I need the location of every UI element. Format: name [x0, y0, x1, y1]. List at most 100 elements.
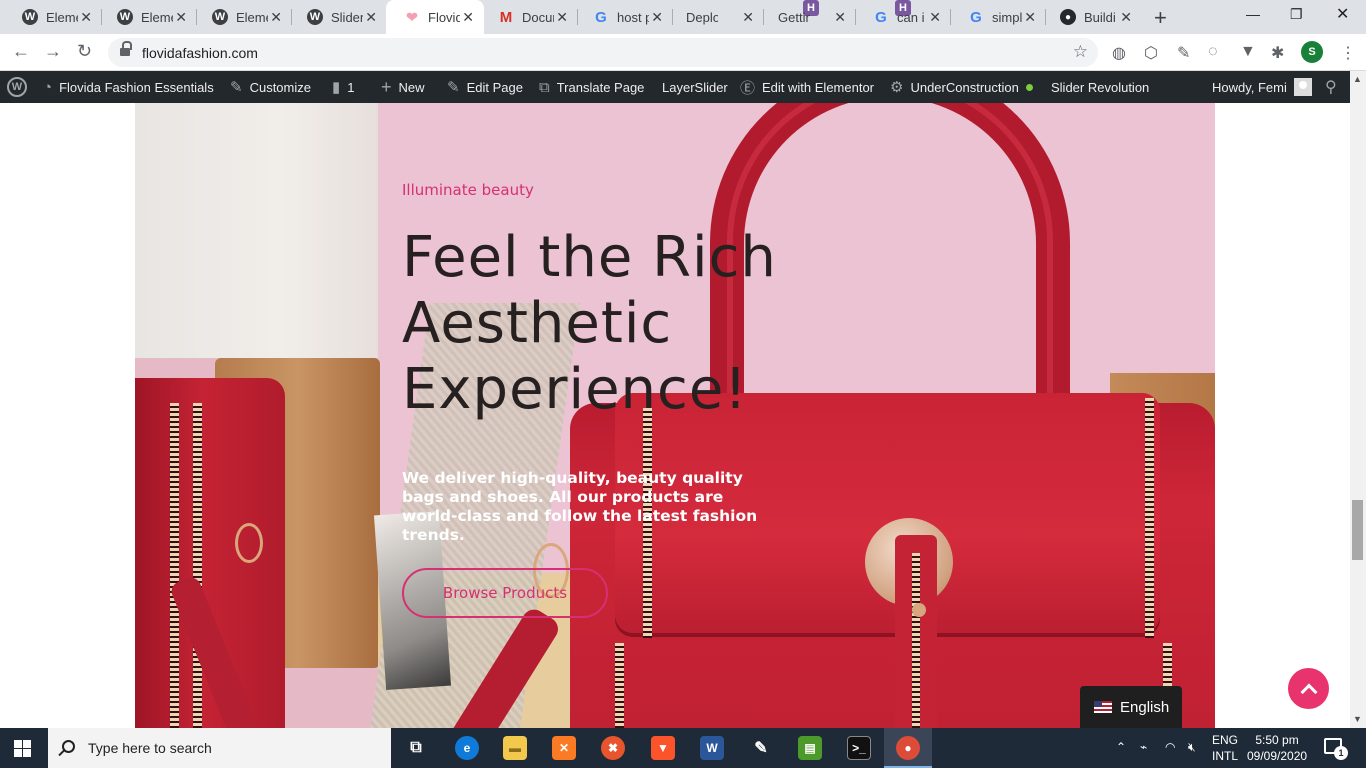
layerslider-link[interactable]: LayerSlider — [662, 71, 728, 103]
cube-extension-icon[interactable]: ⬡ — [1144, 43, 1158, 63]
xampp-icon[interactable]: ✕ — [552, 736, 576, 760]
my-account-menu[interactable]: Howdy, Femi — [1212, 71, 1312, 103]
notepad-icon[interactable]: ▤ — [798, 736, 822, 760]
close-tab-icon[interactable]: ✕ — [929, 10, 941, 24]
browser-tab[interactable]: ● Buildi ✕ — [1042, 0, 1142, 34]
admin-search-button[interactable]: ⚲ — [1325, 71, 1337, 103]
under-construction-link[interactable]: ⚙ UnderConstruction — [890, 71, 1033, 103]
browser-tab-active[interactable]: ❤ Flovid ✕ — [386, 0, 484, 34]
terminal-icon[interactable]: >_ — [847, 736, 871, 760]
status-dot-icon — [1025, 83, 1033, 91]
wordpress-icon: W — [117, 9, 133, 25]
close-tab-icon[interactable]: ✕ — [462, 10, 474, 24]
hero-description: We deliver high-quality, beauty quality … — [402, 469, 758, 544]
browser-tab[interactable]: G simpl ✕ — [950, 0, 1046, 34]
plus-icon: + — [381, 76, 392, 97]
file-explorer-icon[interactable]: ▬ — [503, 736, 527, 760]
browser-tab[interactable]: W Eleme ✕ — [99, 0, 197, 34]
close-tab-icon[interactable]: ✕ — [270, 10, 282, 24]
taskbar-search-input[interactable]: Type here to search — [48, 728, 391, 768]
browse-products-button[interactable]: Browse Products — [402, 568, 608, 618]
close-window-button[interactable]: ✕ — [1336, 4, 1349, 24]
browser-tab[interactable]: M Docur ✕ — [480, 0, 578, 34]
brave-icon[interactable]: ▼ — [651, 736, 675, 760]
menu-icon[interactable]: ⋮ — [1340, 43, 1356, 63]
close-tab-icon[interactable]: ✕ — [1024, 10, 1036, 24]
language-switcher[interactable]: English — [1080, 686, 1182, 728]
minimize-button[interactable]: — — [1246, 6, 1260, 22]
browser-tab[interactable]: W Eleme ✕ — [4, 0, 102, 34]
browser-tab[interactable]: W Slider ✕ — [289, 0, 387, 34]
back-button[interactable]: ← — [12, 41, 30, 62]
wifi-icon[interactable]: ◠ — [1165, 740, 1175, 754]
tab-title: Eleme — [46, 9, 78, 25]
windows-start-icon[interactable] — [14, 740, 31, 757]
tab-title: host p — [617, 9, 649, 25]
browser-tab[interactable]: H Gettin ✕ — [760, 0, 911, 34]
edge-icon[interactable]: e — [455, 736, 479, 760]
search-icon — [62, 740, 75, 753]
scroll-down-arrow-icon[interactable]: ▼ — [1353, 714, 1362, 724]
address-bar[interactable]: flovidafashion.com ☆ — [108, 38, 1098, 67]
translate-page-link[interactable]: ⧉ Translate Page — [539, 71, 644, 103]
customize-link[interactable]: ✎ Customize — [230, 71, 311, 103]
maximize-button[interactable]: ❐ — [1290, 6, 1303, 23]
close-tab-icon[interactable]: ✕ — [556, 10, 568, 24]
tab-title: Flovid — [428, 9, 460, 25]
comments-link[interactable]: ▮ 1 — [332, 71, 355, 103]
tab-title: Docur — [522, 9, 554, 25]
slider-revolution-label: Slider Revolution — [1051, 79, 1150, 95]
new-content-menu[interactable]: + New — [381, 71, 425, 103]
slider-revolution-link[interactable]: Slider Revolution — [1051, 71, 1149, 103]
tab-title: simpl — [992, 9, 1023, 25]
eyedropper-extension-icon[interactable]: ✎ — [1177, 43, 1190, 63]
wp-logo-menu[interactable]: W — [7, 71, 27, 103]
chevron-up-icon[interactable]: ⌃ — [1116, 740, 1126, 754]
reload-button[interactable]: ↻ — [77, 41, 92, 62]
close-tab-icon[interactable]: ✕ — [834, 10, 846, 24]
browser-tab[interactable]: H Deplo ✕ — [668, 0, 819, 34]
profile-avatar[interactable]: S — [1301, 41, 1323, 63]
hero-subtitle: Illuminate beauty — [402, 181, 534, 199]
page-scrollbar[interactable] — [1350, 71, 1366, 728]
system-clock[interactable]: 5:50 pm 09/09/2020 — [1247, 732, 1307, 764]
scrollbar-thumb[interactable] — [1352, 500, 1363, 560]
chrome-icon[interactable]: ● — [896, 736, 920, 760]
volume-muted-icon[interactable]: 🔇︎ — [1188, 740, 1196, 755]
forward-button[interactable]: → — [44, 41, 62, 62]
extension-icon[interactable]: ◍ — [1112, 43, 1126, 63]
google-icon: G — [970, 8, 982, 26]
input-language[interactable]: ENG INTL — [1212, 732, 1238, 764]
close-tab-icon[interactable]: ✕ — [80, 10, 92, 24]
close-tab-icon[interactable]: ✕ — [651, 10, 663, 24]
close-tab-icon[interactable]: ✕ — [742, 10, 754, 24]
puzzle-extensions-icon[interactable]: ✱ — [1271, 43, 1284, 63]
edit-elementor-link[interactable]: Ⓔ Edit with Elementor — [740, 71, 874, 103]
edit-page-link[interactable]: ✎ Edit Page — [447, 71, 523, 103]
network-icon[interactable]: ⌁ — [1140, 740, 1147, 754]
paint-icon[interactable]: ✎ — [749, 736, 773, 760]
pencil-icon: ✎ — [447, 79, 460, 96]
bookmark-star-icon[interactable]: ☆ — [1073, 42, 1088, 62]
us-flag-icon — [1094, 701, 1112, 713]
word-icon[interactable]: W — [700, 736, 724, 760]
browser-tab[interactable]: W Eleme ✕ — [194, 0, 292, 34]
hero-headline-line: Aesthetic — [402, 291, 673, 356]
scroll-up-arrow-icon[interactable]: ▲ — [1353, 74, 1362, 84]
dashboard-icon: ◔ — [43, 78, 53, 96]
close-tab-icon[interactable]: ✕ — [365, 10, 377, 24]
comment-icon: ▮ — [332, 79, 341, 96]
task-view-icon[interactable]: ⧉ — [404, 736, 428, 760]
close-tab-icon[interactable]: ✕ — [1120, 10, 1132, 24]
app-icon[interactable]: ✖ — [601, 736, 625, 760]
close-tab-icon[interactable]: ✕ — [175, 10, 187, 24]
browser-tab-strip: W Eleme ✕ W Eleme ✕ W Eleme ✕ W Slider ✕… — [0, 0, 1366, 34]
browser-tab[interactable]: G host p ✕ — [575, 0, 673, 34]
extension-icon[interactable]: ◌ — [1208, 43, 1218, 61]
scroll-to-top-button[interactable] — [1288, 668, 1329, 709]
vue-extension-icon[interactable]: ▼ — [1240, 43, 1256, 61]
new-tab-button[interactable]: + — [1154, 5, 1167, 31]
browser-tab[interactable]: G can i l ✕ — [855, 0, 951, 34]
site-name-menu[interactable]: ◔ Flovida Fashion Essentials — [43, 71, 214, 103]
wordpress-icon: W — [7, 77, 27, 97]
